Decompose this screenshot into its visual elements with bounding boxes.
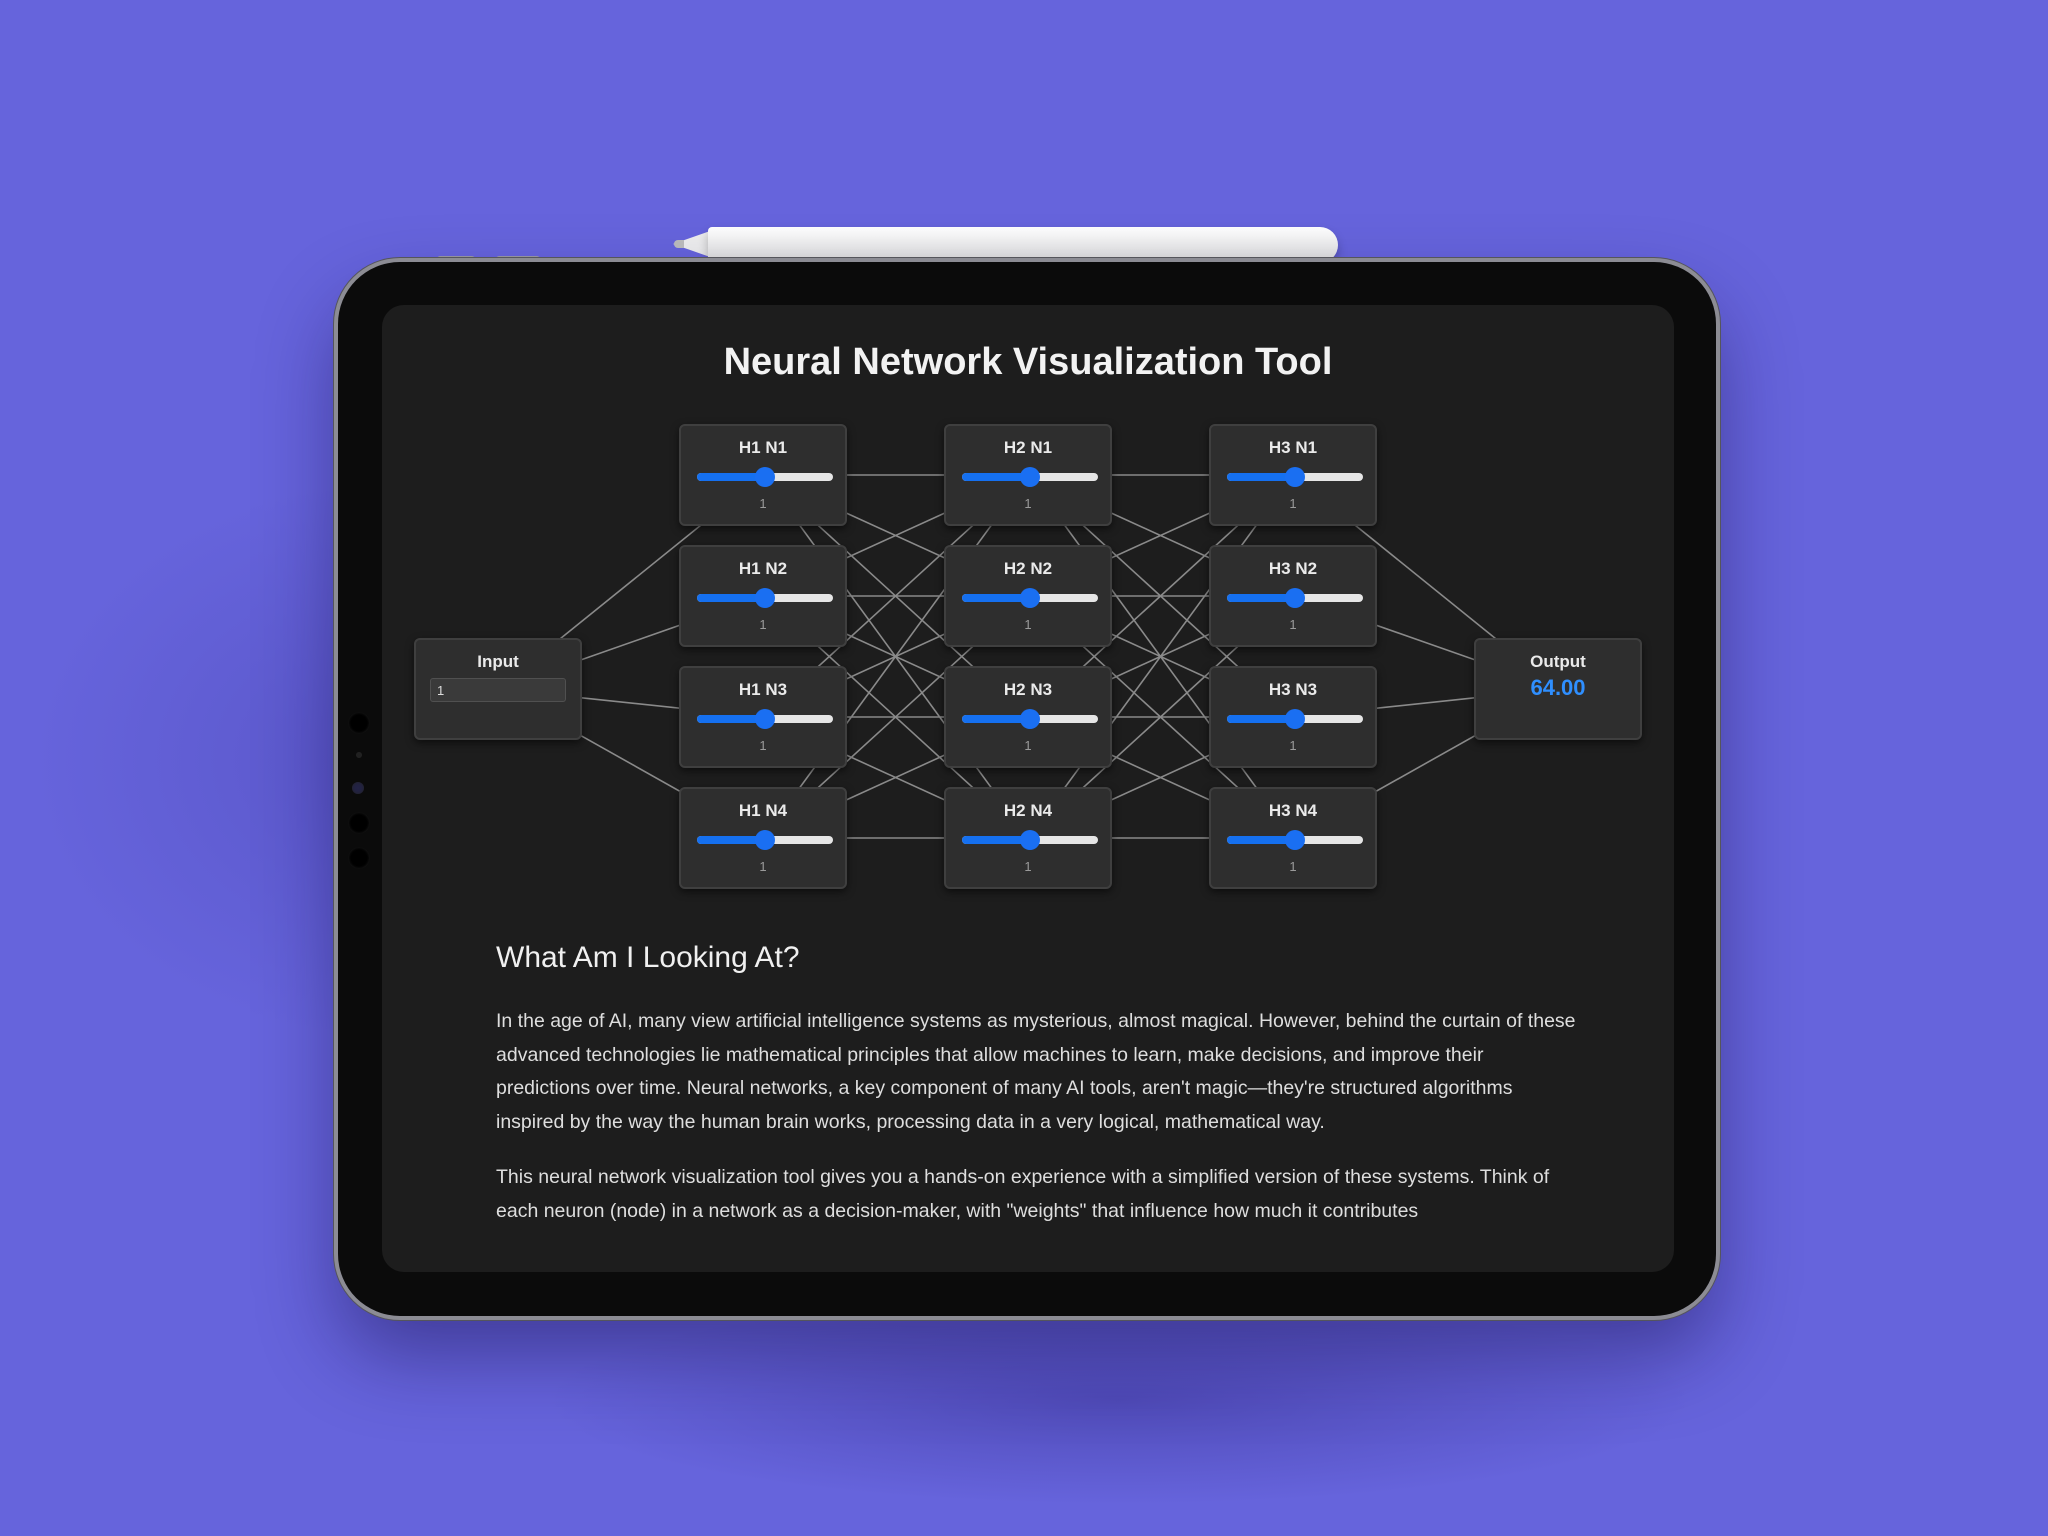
input-node: Input bbox=[414, 638, 582, 740]
neuron-h3-n1: H3 N1 1 bbox=[1209, 424, 1377, 526]
weight-value: 1 bbox=[1289, 617, 1297, 632]
weight-slider[interactable] bbox=[697, 709, 833, 729]
input-value-field[interactable] bbox=[430, 678, 566, 702]
device-camera bbox=[352, 782, 364, 794]
output-node: Output 64.00 bbox=[1474, 638, 1642, 740]
neuron-h3-n2: H3 N2 1 bbox=[1209, 545, 1377, 647]
neuron-label: H2 N4 bbox=[1003, 801, 1053, 820]
weight-value: 1 bbox=[759, 859, 767, 874]
slider-thumb[interactable] bbox=[1020, 588, 1040, 608]
neuron-label: H3 N3 bbox=[1268, 680, 1318, 699]
neuron-label: H3 N2 bbox=[1268, 559, 1318, 578]
neuron-h2-n4: H2 N4 1 bbox=[944, 787, 1112, 889]
neuron-label: H3 N1 bbox=[1268, 438, 1318, 457]
weight-slider[interactable] bbox=[962, 588, 1098, 608]
neuron-h3-n3: H3 N3 1 bbox=[1209, 666, 1377, 768]
article-section: What Am I Looking At? In the age of AI, … bbox=[496, 941, 1576, 1250]
slider-thumb[interactable] bbox=[755, 588, 775, 608]
output-node-label: Output bbox=[1530, 652, 1586, 671]
weight-value: 1 bbox=[1024, 859, 1032, 874]
neuron-label: H1 N1 bbox=[738, 438, 788, 457]
neuron-h2-n1: H2 N1 1 bbox=[944, 424, 1112, 526]
weight-value: 1 bbox=[759, 617, 767, 632]
slider-thumb[interactable] bbox=[755, 709, 775, 729]
slider-thumb[interactable] bbox=[1285, 467, 1305, 487]
weight-slider[interactable] bbox=[1227, 467, 1363, 487]
neuron-label: H2 N1 bbox=[1003, 438, 1053, 457]
neuron-h3-n4: H3 N4 1 bbox=[1209, 787, 1377, 889]
weight-slider[interactable] bbox=[1227, 588, 1363, 608]
weight-value: 1 bbox=[1289, 496, 1297, 511]
slider-thumb[interactable] bbox=[1020, 467, 1040, 487]
weight-value: 1 bbox=[1289, 859, 1297, 874]
neuron-label: H1 N4 bbox=[738, 801, 788, 820]
slider-thumb[interactable] bbox=[755, 467, 775, 487]
weight-value: 1 bbox=[1289, 738, 1297, 753]
neuron-label: H2 N2 bbox=[1003, 559, 1053, 578]
weight-value: 1 bbox=[759, 496, 767, 511]
weight-value: 1 bbox=[1024, 738, 1032, 753]
weight-value: 1 bbox=[1024, 617, 1032, 632]
slider-thumb[interactable] bbox=[1020, 830, 1040, 850]
weight-slider[interactable] bbox=[697, 830, 833, 850]
app-screen: Neural Network Visualization Tool Input … bbox=[382, 305, 1674, 1272]
neuron-h2-n2: H2 N2 1 bbox=[944, 545, 1112, 647]
output-value: 64.00 bbox=[1530, 675, 1586, 700]
neuron-label: H1 N3 bbox=[738, 680, 788, 699]
slider-thumb[interactable] bbox=[755, 830, 775, 850]
neuron-h1-n2: H1 N2 1 bbox=[679, 545, 847, 647]
stylus-pencil bbox=[708, 227, 1338, 263]
neuron-h1-n4: H1 N4 1 bbox=[679, 787, 847, 889]
device-sensor bbox=[348, 847, 370, 869]
article-paragraph: In the age of AI, many view artificial i… bbox=[496, 1010, 1576, 1133]
neuron-label: H3 N4 bbox=[1268, 801, 1318, 820]
weight-value: 1 bbox=[1024, 496, 1032, 511]
weight-slider[interactable] bbox=[962, 709, 1098, 729]
article-paragraph: This neural network visualization tool g… bbox=[496, 1166, 1550, 1222]
neuron-label: H2 N3 bbox=[1003, 680, 1053, 699]
neuron-h1-n1: H1 N1 1 bbox=[679, 424, 847, 526]
neuron-h2-n3: H2 N3 1 bbox=[944, 666, 1112, 768]
slider-thumb[interactable] bbox=[1285, 709, 1305, 729]
device-sensor bbox=[356, 752, 362, 758]
weight-value: 1 bbox=[759, 738, 767, 753]
input-node-label: Input bbox=[477, 652, 519, 671]
weight-slider[interactable] bbox=[697, 588, 833, 608]
weight-slider[interactable] bbox=[962, 467, 1098, 487]
device-sensor bbox=[348, 812, 370, 834]
stylus-nib bbox=[674, 240, 684, 248]
slider-thumb[interactable] bbox=[1285, 588, 1305, 608]
slider-thumb[interactable] bbox=[1020, 709, 1040, 729]
slider-thumb[interactable] bbox=[1285, 830, 1305, 850]
neuron-h1-n3: H1 N3 1 bbox=[679, 666, 847, 768]
weight-slider[interactable] bbox=[1227, 709, 1363, 729]
weight-slider[interactable] bbox=[962, 830, 1098, 850]
neuron-label: H1 N2 bbox=[738, 559, 788, 578]
weight-slider[interactable] bbox=[697, 467, 833, 487]
device-sensor bbox=[348, 712, 370, 734]
weight-slider[interactable] bbox=[1227, 830, 1363, 850]
article-heading: What Am I Looking At? bbox=[496, 941, 800, 974]
